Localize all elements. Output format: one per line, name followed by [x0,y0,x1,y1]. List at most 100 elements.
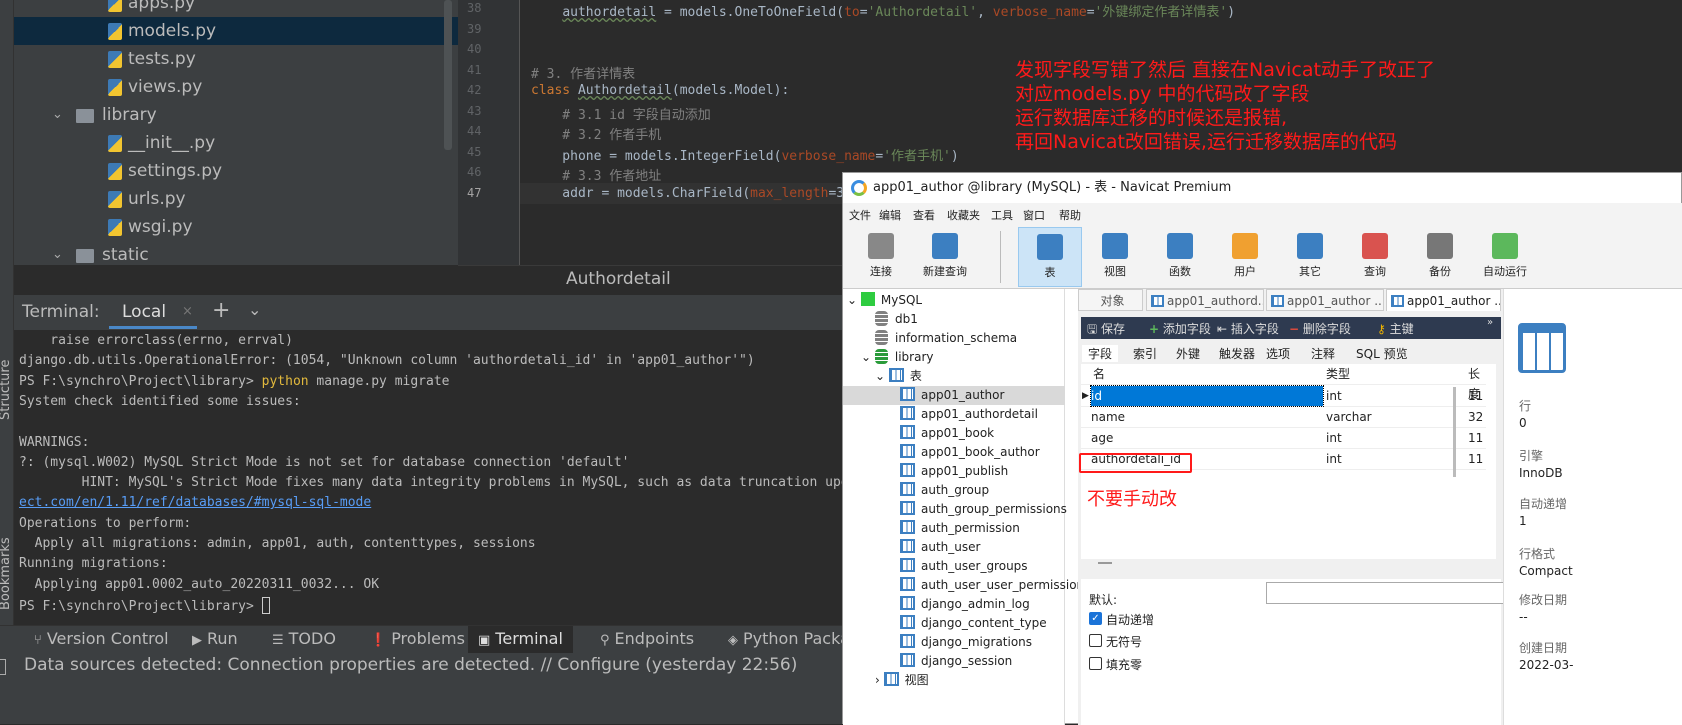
project-tree-scrollbar[interactable] [444,0,452,150]
database-node[interactable]: db1 [843,310,1065,329]
object-tab[interactable]: app01_authord... [1146,289,1264,311]
tree-item[interactable]: ⌄ library [14,101,458,129]
menu-item[interactable]: 帮助 [1059,207,1081,223]
docs-link[interactable]: ect.com/en/1.11/ref/databases/#mysql-sql… [19,495,371,510]
automation-button[interactable]: 自动运行 [1473,227,1537,287]
table-node[interactable]: auth_user_groups [843,557,1065,576]
designer-tab-6[interactable]: SQL 预览 [1356,345,1408,362]
other-button[interactable]: 其它 [1278,227,1342,287]
field-row[interactable]: age int 11 [1081,428,1486,449]
column-header[interactable]: 类型 [1326,364,1350,384]
tree-item[interactable]: settings.py [14,157,458,185]
code-line[interactable]: # 3.2 作者手机 [531,124,661,143]
designer-tab-0[interactable]: 字段 [1082,345,1119,362]
connect-button[interactable]: 连接 [849,227,913,287]
insert-field-button[interactable]: ⇤ 插入字段 [1217,320,1279,337]
table-node[interactable]: auth_permission [843,519,1065,538]
database-node[interactable]: information_schema [843,329,1065,348]
connection-node[interactable]: ⌄ MySQL [843,291,1065,310]
tree-item[interactable]: views.py [14,73,458,101]
field-length[interactable]: 11 [1468,449,1483,469]
primary-key-button[interactable]: ⚷ 主键 [1377,320,1414,337]
menu-item[interactable]: 收藏夹 [947,207,980,223]
terminal-cursor[interactable] [261,596,270,614]
tool-tab-todo[interactable]: ☰ TODO [272,626,336,654]
table-node[interactable]: django_content_type [843,614,1065,633]
tool-tab-terminal[interactable]: ▣ Terminal [468,626,573,654]
query-button[interactable]: 查询 [1343,227,1407,287]
field-type[interactable]: int [1326,386,1342,406]
tree-item[interactable]: apps.py [14,0,458,17]
chevron-down-icon[interactable]: ⌄ [847,293,861,307]
table-node[interactable]: django_admin_log [843,595,1065,614]
zerofill-checkbox[interactable] [1089,657,1102,670]
menu-item[interactable]: 工具 [991,207,1013,223]
object-tab[interactable]: app01_author ... [1266,289,1384,311]
add-field-button[interactable]: + 添加字段 [1149,320,1211,337]
views-folder[interactable]: › 视图 [843,671,1065,690]
designer-tab-3[interactable]: 触发器 [1219,345,1255,362]
field-length[interactable]: 11 [1468,428,1483,448]
tree-item[interactable]: __init__.py [14,129,458,157]
code-line[interactable]: class Authordetail(models.Model): [531,83,789,98]
object-tab[interactable]: app01_author ... [1386,289,1501,311]
more-icon[interactable]: » [1487,317,1493,328]
code-line[interactable]: authordetail = models.OneToOneField(to='… [531,1,1235,20]
table-node[interactable]: app01_authordetail [843,405,1065,424]
designer-tab-1[interactable]: 索引 [1133,345,1157,362]
tool-tab-version-control[interactable]: ⑂ Version Control [34,626,169,654]
menu-item[interactable]: 编辑 [879,207,901,223]
chevron-right-icon[interactable]: › [875,673,884,687]
field-length[interactable]: 11 [1468,386,1483,406]
field-name[interactable]: id [1090,385,1324,407]
unsigned-checkbox[interactable] [1089,634,1102,647]
bookmarks-tab[interactable]: Bookmarks [0,537,13,610]
designer-tab-4[interactable]: 选项 [1266,345,1290,362]
designer-tab-2[interactable]: 外键 [1176,345,1200,362]
table-node[interactable]: auth_group_permissions [843,500,1067,519]
field-name[interactable]: age [1091,428,1113,448]
chevron-down-icon[interactable]: ⌄ [52,241,63,265]
status-message[interactable]: Data sources detected: Connection proper… [24,655,797,675]
field-row[interactable]: ▶ id int 11 [1081,385,1486,407]
field-type[interactable]: int [1326,428,1342,448]
code-line[interactable]: phone = models.IntegerField(verbose_name… [531,145,958,164]
function-button[interactable]: 函数 [1148,227,1212,287]
default-input[interactable] [1266,582,1506,604]
splitter-handle[interactable] [1098,562,1112,564]
designer-tab-5[interactable]: 注释 [1311,345,1335,362]
table-node[interactable]: auth_user [843,538,1065,557]
chevron-down-icon[interactable]: ⌄ [248,300,261,319]
chevron-down-icon[interactable]: ⌄ [875,369,889,383]
breadcrumb-class[interactable]: Authordetail [566,269,671,289]
delete-field-button[interactable]: − 删除字段 [1289,320,1351,337]
table-node[interactable]: app01_book_author [843,443,1065,462]
add-terminal-icon[interactable]: + [212,298,230,323]
code-line[interactable]: # 3.3 作者地址 [531,165,661,184]
tables-folder[interactable]: ⌄ 表 [843,367,1065,386]
field-type[interactable]: int [1326,449,1342,469]
tool-tab-run[interactable]: ▶ Run [192,626,238,654]
table-node[interactable]: django_session [843,652,1065,671]
database-node[interactable]: ⌄ library [843,348,1065,367]
objects-tab[interactable]: 对象 [1078,289,1143,311]
field-row[interactable]: name varchar 32 [1081,407,1486,428]
tool-tab-endpoints[interactable]: ⚲ Endpoints [600,626,694,654]
code-line[interactable]: # 3. 作者详情表 [531,63,635,82]
close-tab-icon[interactable]: × [182,304,193,319]
table-node[interactable]: app01_publish [843,462,1065,481]
chevron-down-icon[interactable]: ⌄ [861,350,875,364]
terminal-tab-local[interactable]: Local [122,302,166,322]
backup-button[interactable]: 备份 [1408,227,1472,287]
field-length[interactable]: 32 [1468,407,1483,427]
code-line[interactable]: addr = models.CharField(max_length=32, [531,186,859,201]
grid-scrollbar[interactable] [1453,387,1456,477]
table-node[interactable]: app01_author [843,386,1065,405]
menu-item[interactable]: 文件 [849,207,871,223]
view-button[interactable]: 视图 [1083,227,1147,287]
chevron-down-icon[interactable]: ⌄ [52,101,63,129]
tree-item[interactable]: tests.py [14,45,458,73]
table-node[interactable]: auth_group [843,481,1065,500]
tool-tab-python-packa[interactable]: ◈ Python Packa [728,626,850,654]
table-node[interactable]: app01_book [843,424,1065,443]
